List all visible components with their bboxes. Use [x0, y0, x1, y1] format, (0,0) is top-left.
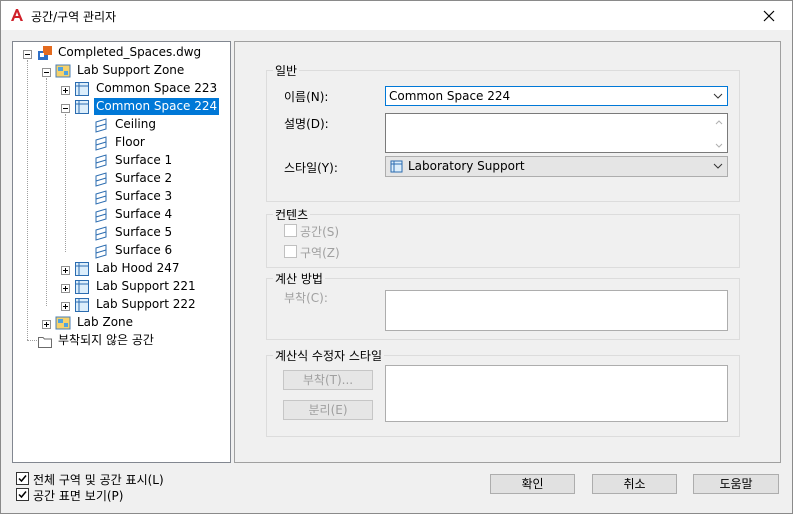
modifier-style-list[interactable]	[385, 365, 728, 422]
window-title: 공간/구역 관리자	[31, 10, 117, 24]
show-all-label: 전체 구역 및 공간 표시(L)	[33, 473, 164, 487]
tree-item-unattached-spaces[interactable]: 부착되지 않은 공간	[56, 332, 156, 349]
show-surfaces-label: 공간 표면 보기(P)	[33, 489, 124, 503]
show-all-checkbox[interactable]	[16, 472, 29, 485]
space-checkbox[interactable]	[284, 224, 297, 237]
attach-modifier-button[interactable]: 부착(T)...	[283, 370, 373, 390]
calc-method-group-title: 계산 방법	[273, 270, 325, 287]
show-surfaces-checkbox[interactable]	[16, 488, 29, 501]
name-value: Common Space 224	[389, 89, 511, 103]
tree-item-surface-4[interactable]: Surface 4	[113, 206, 174, 223]
description-textarea[interactable]	[385, 113, 728, 153]
tree-line	[46, 78, 47, 306]
description-label: 설명(D):	[284, 117, 329, 131]
surface-icon	[95, 190, 107, 205]
name-label: 이름(N):	[284, 90, 329, 104]
chevron-down-icon	[713, 93, 723, 99]
zone-checkbox[interactable]	[284, 245, 297, 258]
tree-line	[27, 60, 28, 340]
title-bar: 공간/구역 관리자	[0, 0, 793, 30]
space-checkbox-label: 공간(S)	[300, 225, 340, 239]
tree-item-common-space-223[interactable]: Common Space 223	[94, 80, 219, 97]
checkmark-icon	[18, 491, 27, 499]
tree-item-surface-3[interactable]: Surface 3	[113, 188, 174, 205]
drawing-file-icon	[38, 46, 52, 60]
chevron-down-icon	[713, 163, 723, 169]
surface-icon	[95, 172, 107, 187]
style-value: Laboratory Support	[408, 159, 525, 173]
properties-panel: 일반 이름(N): Common Space 224 설명(D): 스타일(Y)…	[234, 41, 781, 463]
tree-item-lab-hood-247[interactable]: Lab Hood 247	[94, 260, 182, 277]
tree-item-root[interactable]: Completed_Spaces.dwg	[56, 44, 203, 61]
help-button[interactable]: 도움말	[693, 474, 779, 494]
scroll-arrows-icon[interactable]	[713, 116, 725, 152]
expand-common-space-223-toggle[interactable]	[61, 86, 70, 95]
expand-lab-support-222-toggle[interactable]	[61, 302, 70, 311]
attach-label: 부착(C):	[284, 291, 328, 305]
space-icon	[75, 298, 89, 312]
style-label: 스타일(Y):	[284, 161, 338, 175]
detach-modifier-button[interactable]: 분리(E)	[283, 400, 373, 420]
close-button[interactable]	[746, 1, 792, 31]
space-zone-tree[interactable]: Completed_Spaces.dwg Lab Support Zone Co…	[12, 41, 231, 463]
close-x-icon	[763, 10, 775, 22]
tree-line	[27, 340, 37, 341]
tree-item-lab-support-zone[interactable]: Lab Support Zone	[75, 62, 186, 79]
tree-item-surface-2[interactable]: Surface 2	[113, 170, 174, 187]
general-group-title: 일반	[273, 62, 300, 79]
collapse-lab-support-zone-toggle[interactable]	[42, 68, 51, 77]
name-combobox[interactable]: Common Space 224	[385, 86, 728, 106]
collapse-common-space-224-toggle[interactable]	[61, 104, 70, 113]
style-combobox[interactable]: Laboratory Support	[385, 156, 728, 177]
tree-item-surface-1[interactable]: Surface 1	[113, 152, 174, 169]
space-style-icon	[390, 160, 403, 173]
space-icon	[75, 82, 89, 96]
tree-item-ceiling[interactable]: Ceiling	[113, 116, 158, 133]
space-icon	[75, 100, 89, 114]
collapse-root-toggle[interactable]	[23, 50, 32, 59]
tree-item-lab-zone[interactable]: Lab Zone	[75, 314, 135, 331]
zone-icon	[55, 64, 71, 78]
space-icon	[75, 280, 89, 294]
folder-icon	[38, 337, 52, 348]
modifier-style-group-title: 계산식 수정자 스타일	[273, 347, 384, 364]
surface-icon	[95, 208, 107, 223]
zone-icon	[55, 316, 71, 330]
contents-group-title: 컨텐츠	[273, 206, 311, 223]
tree-item-surface-5[interactable]: Surface 5	[113, 224, 174, 241]
autocad-a-icon	[11, 9, 23, 21]
space-icon	[75, 262, 89, 276]
ok-button[interactable]: 확인	[490, 474, 575, 494]
tree-item-lab-support-222[interactable]: Lab Support 222	[94, 296, 198, 313]
cancel-button[interactable]: 취소	[592, 474, 677, 494]
zone-checkbox-label: 구역(Z)	[300, 246, 340, 260]
checkmark-icon	[18, 475, 27, 483]
tree-item-surface-6[interactable]: Surface 6	[113, 242, 174, 259]
expand-lab-hood-247-toggle[interactable]	[61, 266, 70, 275]
calc-attach-list[interactable]	[385, 290, 728, 331]
surface-icon	[95, 226, 107, 241]
surface-icon	[95, 118, 107, 133]
expand-lab-zone-toggle[interactable]	[42, 320, 51, 329]
surface-icon	[95, 136, 107, 151]
expand-lab-support-221-toggle[interactable]	[61, 284, 70, 293]
surface-icon	[95, 244, 107, 259]
tree-item-lab-support-221[interactable]: Lab Support 221	[94, 278, 198, 295]
surface-icon	[95, 154, 107, 169]
tree-item-floor[interactable]: Floor	[113, 134, 147, 151]
tree-line	[65, 114, 66, 252]
tree-item-common-space-224[interactable]: Common Space 224	[94, 98, 220, 115]
